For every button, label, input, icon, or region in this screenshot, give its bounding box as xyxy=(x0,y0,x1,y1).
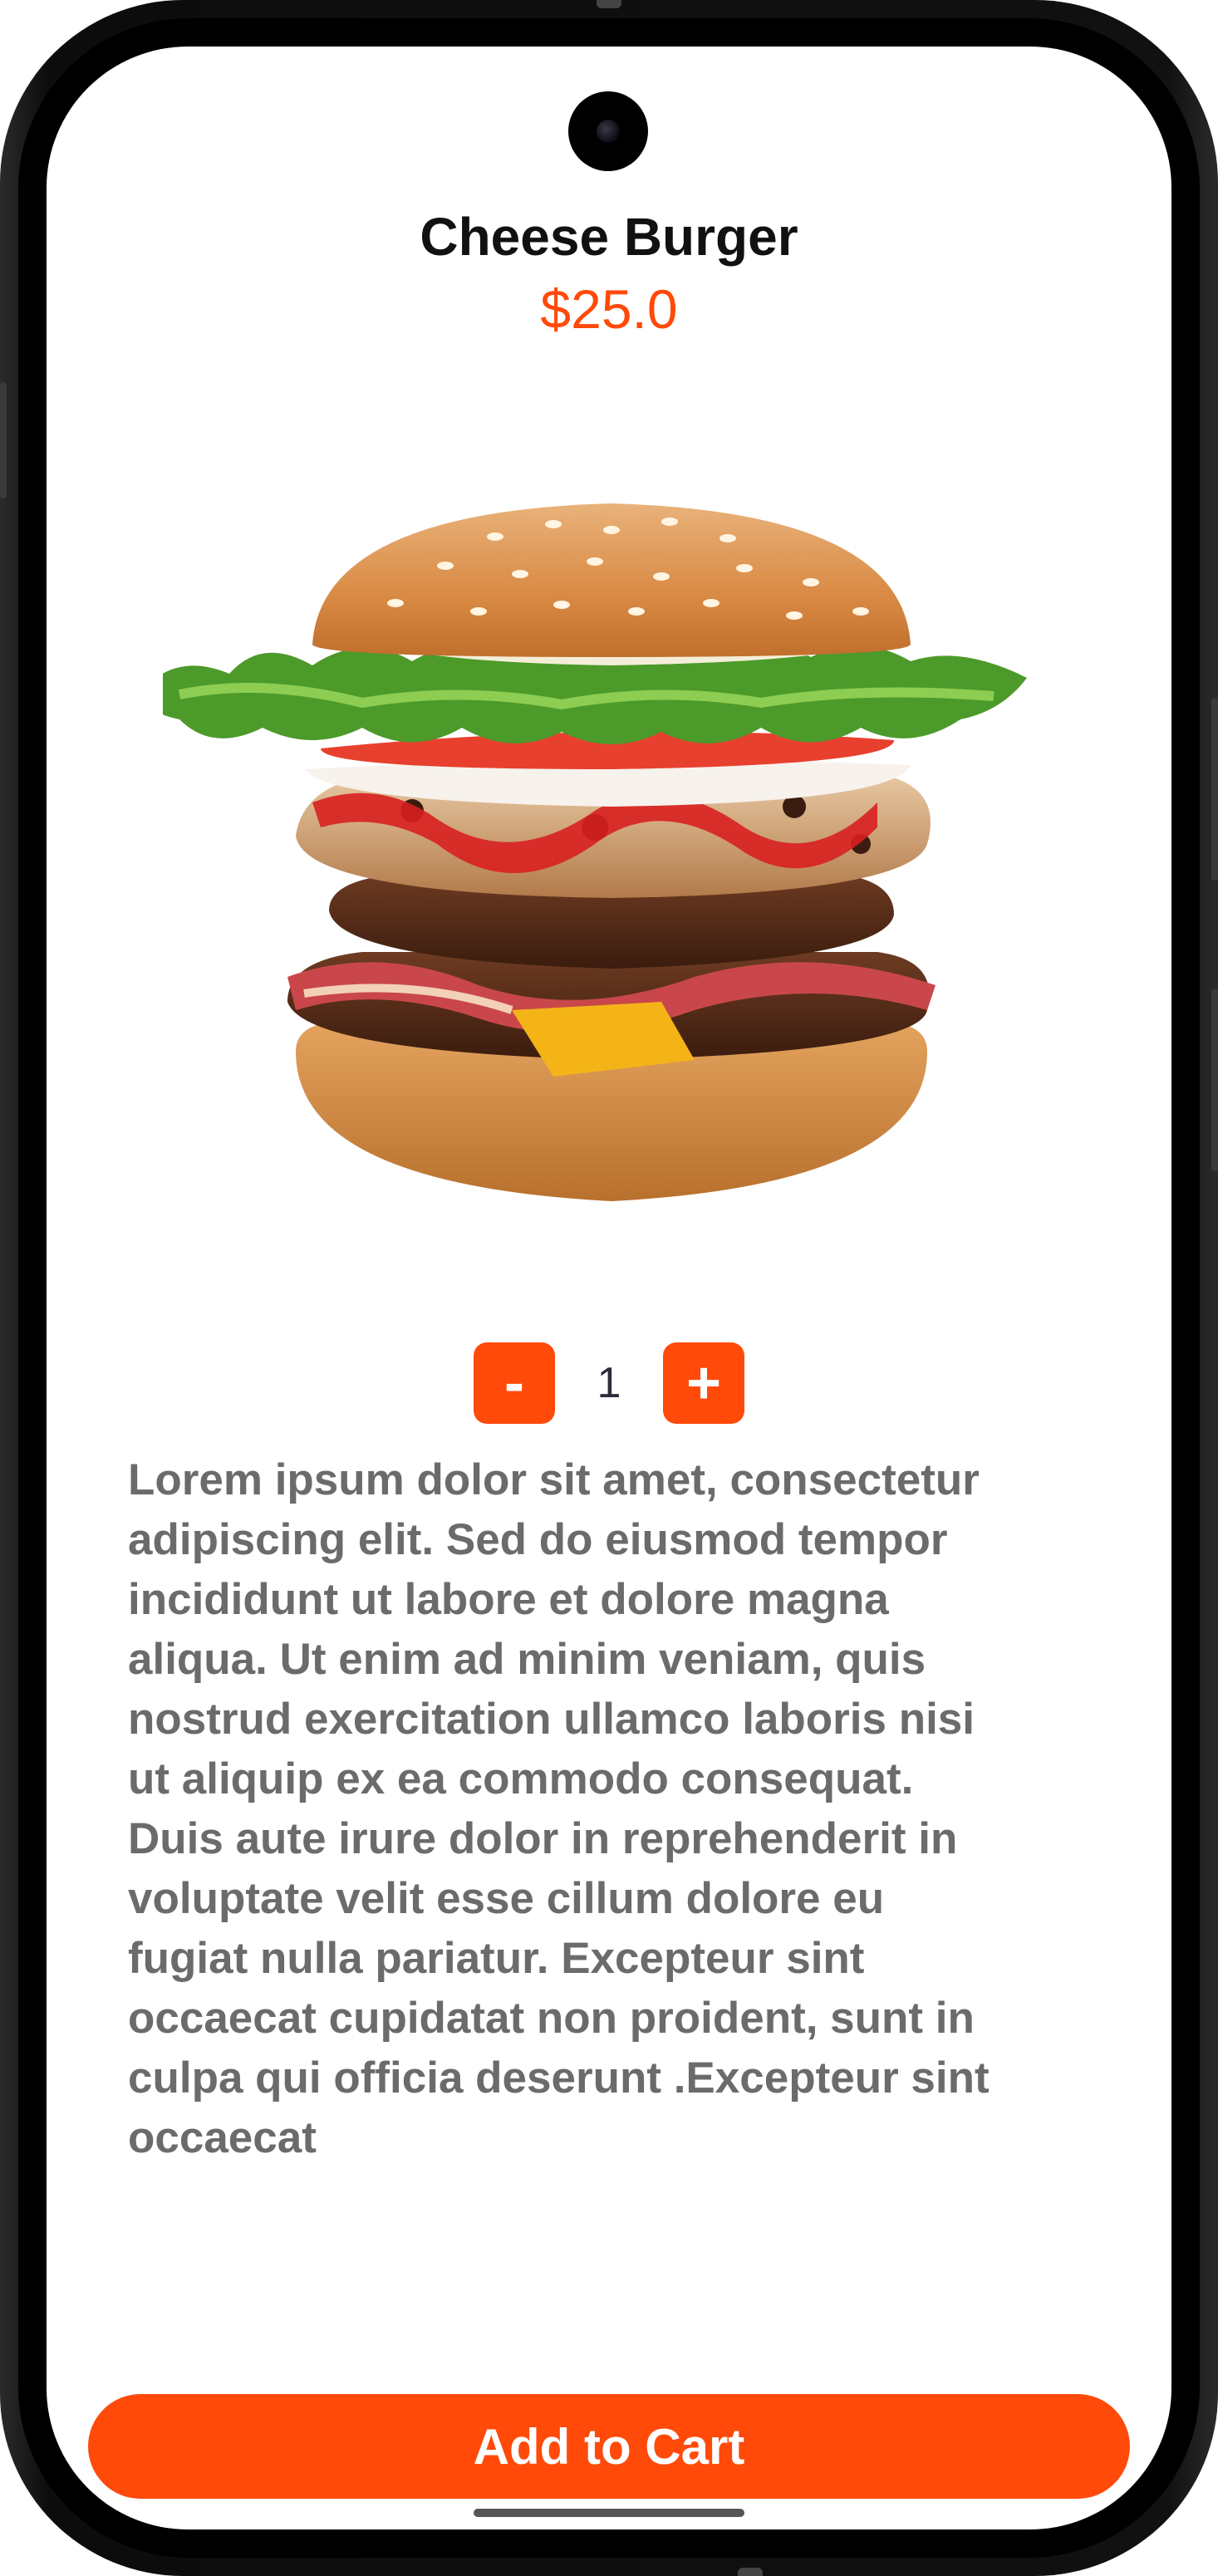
phone-volume-button xyxy=(1211,698,1218,881)
burger-illustration xyxy=(145,503,1027,1201)
app-screen: Cheese Burger $25.0 - 1 + Lorem ipsum do… xyxy=(47,47,1171,2529)
quantity-stepper: - 1 + xyxy=(47,1342,1171,1425)
phone-power-button xyxy=(1211,989,1218,1171)
increase-quantity-button[interactable]: + xyxy=(663,1342,744,1424)
phone-top-notch xyxy=(597,0,621,8)
phone-side-button-left xyxy=(0,382,7,498)
decrease-quantity-button[interactable]: - xyxy=(474,1342,555,1424)
quantity-value: 1 xyxy=(597,1359,621,1407)
front-camera-icon xyxy=(568,91,648,171)
home-indicator[interactable] xyxy=(474,2509,744,2517)
product-title: Cheese Burger xyxy=(420,207,798,267)
burger-image xyxy=(145,478,1060,1251)
product-price: $25.0 xyxy=(540,278,678,340)
add-to-cart-button[interactable]: Add to Cart xyxy=(88,2394,1130,2499)
product-description: Lorem ipsum dolor sit amet, consectetur … xyxy=(128,1455,990,2162)
phone-bottom-notch xyxy=(738,2568,763,2576)
